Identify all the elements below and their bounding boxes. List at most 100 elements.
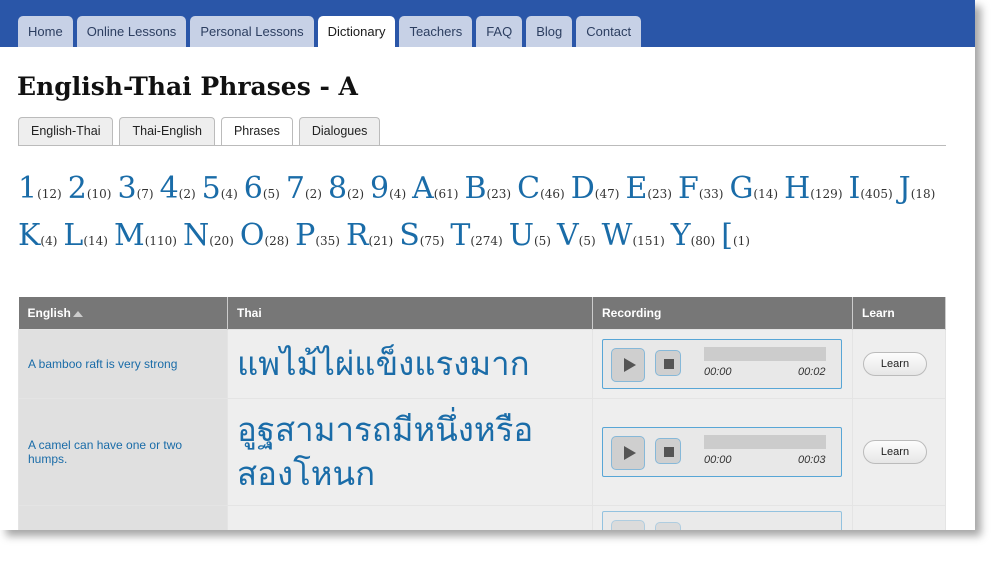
letter-link[interactable]: [(1) (721, 215, 750, 262)
letter-link[interactable]: 5(4) (202, 168, 238, 215)
letter-char: O (239, 218, 265, 253)
seek-bar[interactable] (704, 347, 826, 361)
nav-tab-faq[interactable]: FAQ (476, 16, 523, 47)
table-header-row: English Thai Recording Learn (18, 297, 946, 330)
letter-char: 6 (243, 171, 263, 206)
letter-char: D (570, 171, 595, 206)
letter-link[interactable]: D(47) (571, 168, 620, 215)
nav-tab-personal-lessons[interactable]: Personal Lessons (190, 16, 314, 47)
time-current: 00:00 (704, 366, 732, 378)
letter-count: (75) (419, 234, 445, 248)
letter-link[interactable]: I(405) (849, 168, 893, 215)
table-row: A camel can have one or two humps. อูฐสา… (18, 398, 946, 506)
learn-button[interactable]: Learn (863, 352, 927, 376)
learn-button[interactable]: Learn (863, 440, 927, 464)
letter-char: 2 (67, 171, 87, 206)
stop-button[interactable] (655, 522, 681, 530)
letter-link[interactable]: 1(12) (18, 168, 62, 215)
letter-link[interactable]: C(46) (517, 168, 565, 215)
letter-link[interactable]: K(4) (18, 215, 57, 262)
letter-link[interactable]: 7(2) (286, 168, 322, 215)
letter-count: (23) (647, 187, 672, 201)
letter-link[interactable]: T(274) (450, 215, 502, 262)
letter-link[interactable]: B(23) (464, 168, 511, 215)
letter-link[interactable]: Y(80) (671, 215, 715, 262)
letter-link[interactable]: F(33) (678, 168, 723, 215)
browser-page: Home Online Lessons Personal Lessons Dic… (0, 0, 975, 530)
letter-link[interactable]: S(75) (399, 215, 444, 262)
letter-count: (12) (37, 187, 62, 201)
letter-char: I (848, 171, 861, 206)
letter-char: F (677, 171, 699, 206)
letter-count: (10) (86, 187, 112, 201)
letter-link[interactable]: N(20) (183, 215, 234, 262)
english-phrase-link[interactable] (18, 505, 228, 530)
play-button[interactable] (611, 436, 645, 470)
thai-phrase (227, 505, 593, 530)
letter-count: (1) (732, 234, 750, 248)
learn-cell: Learn (852, 398, 946, 506)
audio-player: 00:00 00:02 (602, 339, 842, 389)
letter-char: C (517, 171, 541, 206)
nav-tab-contact[interactable]: Contact (576, 16, 642, 47)
subtab-english-thai[interactable]: English-Thai (18, 117, 114, 145)
letter-count: (129) (810, 187, 843, 201)
nav-tab-dictionary[interactable]: Dictionary (317, 16, 396, 47)
letter-count: (7) (136, 187, 154, 201)
letter-link[interactable]: 4(2) (160, 168, 196, 215)
letter-link[interactable]: V(5) (557, 215, 596, 262)
letter-link[interactable]: O(28) (240, 215, 289, 262)
play-button[interactable] (611, 348, 645, 382)
learn-cell: Learn (852, 329, 946, 399)
nav-tab-blog[interactable]: Blog (526, 16, 573, 47)
seek-bar[interactable] (704, 435, 826, 449)
letter-count: (5) (533, 234, 551, 248)
letter-link[interactable]: A(61) (412, 168, 458, 215)
letter-count: (5) (262, 187, 280, 201)
subtab-dialogues[interactable]: Dialogues (298, 117, 381, 145)
letter-link[interactable]: 6(5) (244, 168, 280, 215)
letter-count: (110) (144, 234, 177, 248)
letter-char: G (729, 171, 754, 206)
letter-char: 1 (18, 171, 38, 206)
letter-link[interactable]: P(35) (295, 215, 340, 262)
letter-count: (18) (910, 187, 936, 201)
letter-link[interactable]: J(18) (899, 168, 936, 215)
english-phrase-link[interactable]: A bamboo raft is very strong (18, 329, 228, 399)
letter-char: L (63, 218, 84, 253)
nav-tab-home[interactable]: Home (18, 16, 73, 47)
letter-link[interactable]: M(110) (114, 215, 177, 262)
play-button[interactable] (611, 520, 645, 530)
letter-link[interactable]: L(14) (63, 215, 108, 262)
letter-char: J (898, 171, 911, 206)
time-current: 00:00 (704, 454, 732, 466)
letter-link[interactable]: E(23) (625, 168, 672, 215)
letter-count: (405) (860, 187, 893, 201)
nav-tab-online-lessons[interactable]: Online Lessons (76, 16, 187, 47)
english-phrase-link[interactable]: A camel can have one or two humps. (18, 398, 228, 506)
top-nav-bar: Home Online Lessons Personal Lessons Dic… (0, 0, 975, 47)
subtab-thai-english[interactable]: Thai-English (119, 117, 215, 145)
letter-link[interactable]: 9(4) (370, 168, 406, 215)
letter-link[interactable]: 8(2) (328, 168, 364, 215)
letter-link[interactable]: G(14) (729, 168, 778, 215)
letter-count: (47) (594, 187, 620, 201)
letter-link[interactable]: 3(7) (117, 168, 153, 215)
stop-button[interactable] (655, 350, 681, 376)
letter-count: (33) (698, 187, 724, 201)
page-title: English-Thai Phrases - A (17, 72, 358, 101)
letter-count: (274) (470, 234, 503, 248)
letter-count: (2) (347, 187, 365, 201)
stop-button[interactable] (655, 438, 681, 464)
letter-link[interactable]: H(129) (784, 168, 842, 215)
col-english-header[interactable]: English (18, 297, 228, 330)
letter-count: (4) (220, 187, 238, 201)
letter-link[interactable]: R(21) (346, 215, 393, 262)
letter-link[interactable]: W(151) (602, 215, 665, 262)
nav-tab-teachers[interactable]: Teachers (399, 16, 473, 47)
letter-link[interactable]: U(5) (509, 215, 551, 262)
subtab-phrases[interactable]: Phrases (220, 117, 293, 146)
stop-icon (664, 359, 674, 369)
letter-char: N (182, 218, 210, 253)
letter-link[interactable]: 2(10) (68, 168, 112, 215)
